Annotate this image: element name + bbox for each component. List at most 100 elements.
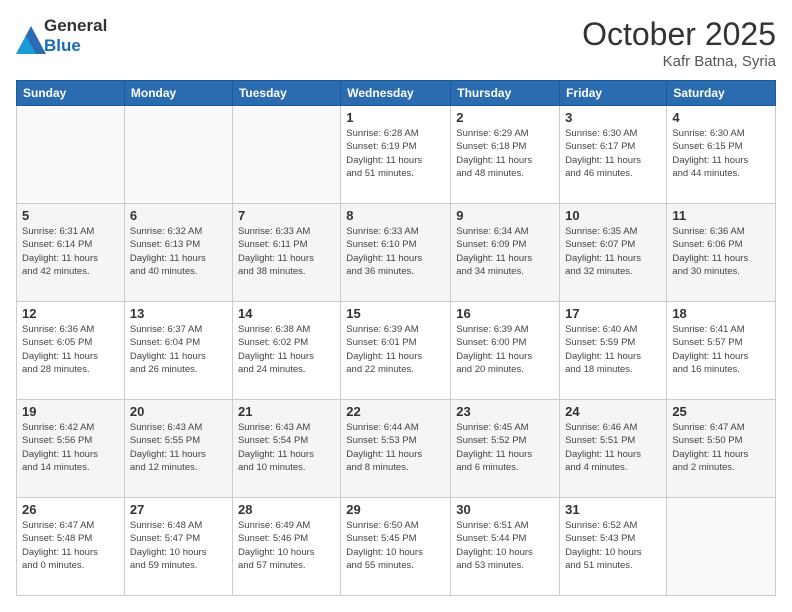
calendar-cell: 6 Sunrise: 6:32 AM Sunset: 6:13 PM Daylig… [124,204,232,302]
calendar-header-friday: Friday [560,81,667,106]
day-info: Sunrise: 6:37 AM Sunset: 6:04 PM Dayligh… [130,323,227,376]
page: General Blue October 2025 Kafr Batna, Sy… [0,0,792,612]
day-number: 29 [346,502,445,517]
calendar-cell: 14 Sunrise: 6:38 AM Sunset: 6:02 PM Dayli… [232,302,340,400]
day-number: 28 [238,502,335,517]
day-info: Sunrise: 6:31 AM Sunset: 6:14 PM Dayligh… [22,225,119,278]
day-number: 8 [346,208,445,223]
calendar-header-saturday: Saturday [667,81,776,106]
day-number: 24 [565,404,661,419]
title-section: October 2025 Kafr Batna, Syria [582,16,776,70]
day-info: Sunrise: 6:33 AM Sunset: 6:10 PM Dayligh… [346,225,445,278]
logo-text: General Blue [44,16,107,56]
day-number: 5 [22,208,119,223]
calendar-cell: 8 Sunrise: 6:33 AM Sunset: 6:10 PM Daylig… [341,204,451,302]
day-number: 14 [238,306,335,321]
calendar-cell [667,498,776,596]
day-info: Sunrise: 6:46 AM Sunset: 5:51 PM Dayligh… [565,421,661,474]
day-info: Sunrise: 6:29 AM Sunset: 6:18 PM Dayligh… [456,127,554,180]
day-number: 16 [456,306,554,321]
calendar-header-thursday: Thursday [451,81,560,106]
day-info: Sunrise: 6:40 AM Sunset: 5:59 PM Dayligh… [565,323,661,376]
calendar-cell: 30 Sunrise: 6:51 AM Sunset: 5:44 PM Dayli… [451,498,560,596]
day-number: 25 [672,404,770,419]
day-info: Sunrise: 6:32 AM Sunset: 6:13 PM Dayligh… [130,225,227,278]
calendar-header-sunday: Sunday [17,81,125,106]
day-info: Sunrise: 6:47 AM Sunset: 5:48 PM Dayligh… [22,519,119,572]
day-info: Sunrise: 6:42 AM Sunset: 5:56 PM Dayligh… [22,421,119,474]
day-info: Sunrise: 6:43 AM Sunset: 5:54 PM Dayligh… [238,421,335,474]
calendar-cell: 26 Sunrise: 6:47 AM Sunset: 5:48 PM Dayli… [17,498,125,596]
day-number: 15 [346,306,445,321]
calendar-cell [232,106,340,204]
calendar-cell: 19 Sunrise: 6:42 AM Sunset: 5:56 PM Dayli… [17,400,125,498]
calendar-header-wednesday: Wednesday [341,81,451,106]
calendar-cell: 25Sunrise: 6:47 AM Sunset: 5:50 PM Dayli… [667,400,776,498]
day-info: Sunrise: 6:48 AM Sunset: 5:47 PM Dayligh… [130,519,227,572]
location: Kafr Batna, Syria [582,53,776,70]
day-number: 7 [238,208,335,223]
calendar-cell: 10 Sunrise: 6:35 AM Sunset: 6:07 PM Dayli… [560,204,667,302]
calendar-week-row: 1 Sunrise: 6:28 AM Sunset: 6:19 PM Daylig… [17,106,776,204]
header: General Blue October 2025 Kafr Batna, Sy… [16,16,776,70]
day-info: Sunrise: 6:52 AM Sunset: 5:43 PM Dayligh… [565,519,661,572]
day-number: 26 [22,502,119,517]
calendar-cell: 27 Sunrise: 6:48 AM Sunset: 5:47 PM Dayli… [124,498,232,596]
day-info: Sunrise: 6:38 AM Sunset: 6:02 PM Dayligh… [238,323,335,376]
day-number: 1 [346,110,445,125]
calendar-week-row: 5 Sunrise: 6:31 AM Sunset: 6:14 PM Daylig… [17,204,776,302]
calendar-cell: 2 Sunrise: 6:29 AM Sunset: 6:18 PM Daylig… [451,106,560,204]
day-info: Sunrise: 6:39 AM Sunset: 6:00 PM Dayligh… [456,323,554,376]
day-info: Sunrise: 6:30 AM Sunset: 6:15 PM Dayligh… [672,127,770,180]
day-number: 23 [456,404,554,419]
calendar-week-row: 19 Sunrise: 6:42 AM Sunset: 5:56 PM Dayli… [17,400,776,498]
day-number: 31 [565,502,661,517]
calendar-cell: 22Sunrise: 6:44 AM Sunset: 5:53 PM Dayli… [341,400,451,498]
calendar-cell: 1 Sunrise: 6:28 AM Sunset: 6:19 PM Daylig… [341,106,451,204]
calendar-header-row: SundayMondayTuesdayWednesdayThursdayFrid… [17,81,776,106]
day-number: 19 [22,404,119,419]
day-number: 20 [130,404,227,419]
day-info: Sunrise: 6:41 AM Sunset: 5:57 PM Dayligh… [672,323,770,376]
calendar-header-tuesday: Tuesday [232,81,340,106]
calendar-cell: 28 Sunrise: 6:49 AM Sunset: 5:46 PM Dayli… [232,498,340,596]
day-info: Sunrise: 6:51 AM Sunset: 5:44 PM Dayligh… [456,519,554,572]
month-title: October 2025 [582,16,776,53]
calendar-cell: 29 Sunrise: 6:50 AM Sunset: 5:45 PM Dayli… [341,498,451,596]
calendar-cell: 7 Sunrise: 6:33 AM Sunset: 6:11 PM Daylig… [232,204,340,302]
calendar: SundayMondayTuesdayWednesdayThursdayFrid… [16,80,776,596]
calendar-cell [124,106,232,204]
day-info: Sunrise: 6:28 AM Sunset: 6:19 PM Dayligh… [346,127,445,180]
day-number: 30 [456,502,554,517]
calendar-cell: 16 Sunrise: 6:39 AM Sunset: 6:00 PM Dayli… [451,302,560,400]
day-number: 27 [130,502,227,517]
day-info: Sunrise: 6:36 AM Sunset: 6:05 PM Dayligh… [22,323,119,376]
calendar-cell: 23 Sunrise: 6:45 AM Sunset: 5:52 PM Dayli… [451,400,560,498]
day-info: Sunrise: 6:49 AM Sunset: 5:46 PM Dayligh… [238,519,335,572]
day-info: Sunrise: 6:33 AM Sunset: 6:11 PM Dayligh… [238,225,335,278]
calendar-cell: 5 Sunrise: 6:31 AM Sunset: 6:14 PM Daylig… [17,204,125,302]
day-number: 2 [456,110,554,125]
calendar-week-row: 26 Sunrise: 6:47 AM Sunset: 5:48 PM Dayli… [17,498,776,596]
day-number: 10 [565,208,661,223]
day-number: 6 [130,208,227,223]
calendar-cell: 4Sunrise: 6:30 AM Sunset: 6:15 PM Daylig… [667,106,776,204]
day-info: Sunrise: 6:45 AM Sunset: 5:52 PM Dayligh… [456,421,554,474]
day-info: Sunrise: 6:36 AM Sunset: 6:06 PM Dayligh… [672,225,770,278]
day-number: 9 [456,208,554,223]
day-number: 17 [565,306,661,321]
day-info: Sunrise: 6:39 AM Sunset: 6:01 PM Dayligh… [346,323,445,376]
day-info: Sunrise: 6:35 AM Sunset: 6:07 PM Dayligh… [565,225,661,278]
calendar-cell: 15 Sunrise: 6:39 AM Sunset: 6:01 PM Dayli… [341,302,451,400]
calendar-cell: 3Sunrise: 6:30 AM Sunset: 6:17 PM Daylig… [560,106,667,204]
calendar-week-row: 12Sunrise: 6:36 AM Sunset: 6:05 PM Dayli… [17,302,776,400]
logo-general: General [44,16,107,35]
calendar-cell: 31 Sunrise: 6:52 AM Sunset: 5:43 PM Dayli… [560,498,667,596]
day-info: Sunrise: 6:50 AM Sunset: 5:45 PM Dayligh… [346,519,445,572]
day-number: 3 [565,110,661,125]
calendar-cell: 9Sunrise: 6:34 AM Sunset: 6:09 PM Daylig… [451,204,560,302]
calendar-cell: 12Sunrise: 6:36 AM Sunset: 6:05 PM Dayli… [17,302,125,400]
logo: General Blue [16,16,107,56]
day-info: Sunrise: 6:44 AM Sunset: 5:53 PM Dayligh… [346,421,445,474]
logo-blue: Blue [44,36,81,55]
